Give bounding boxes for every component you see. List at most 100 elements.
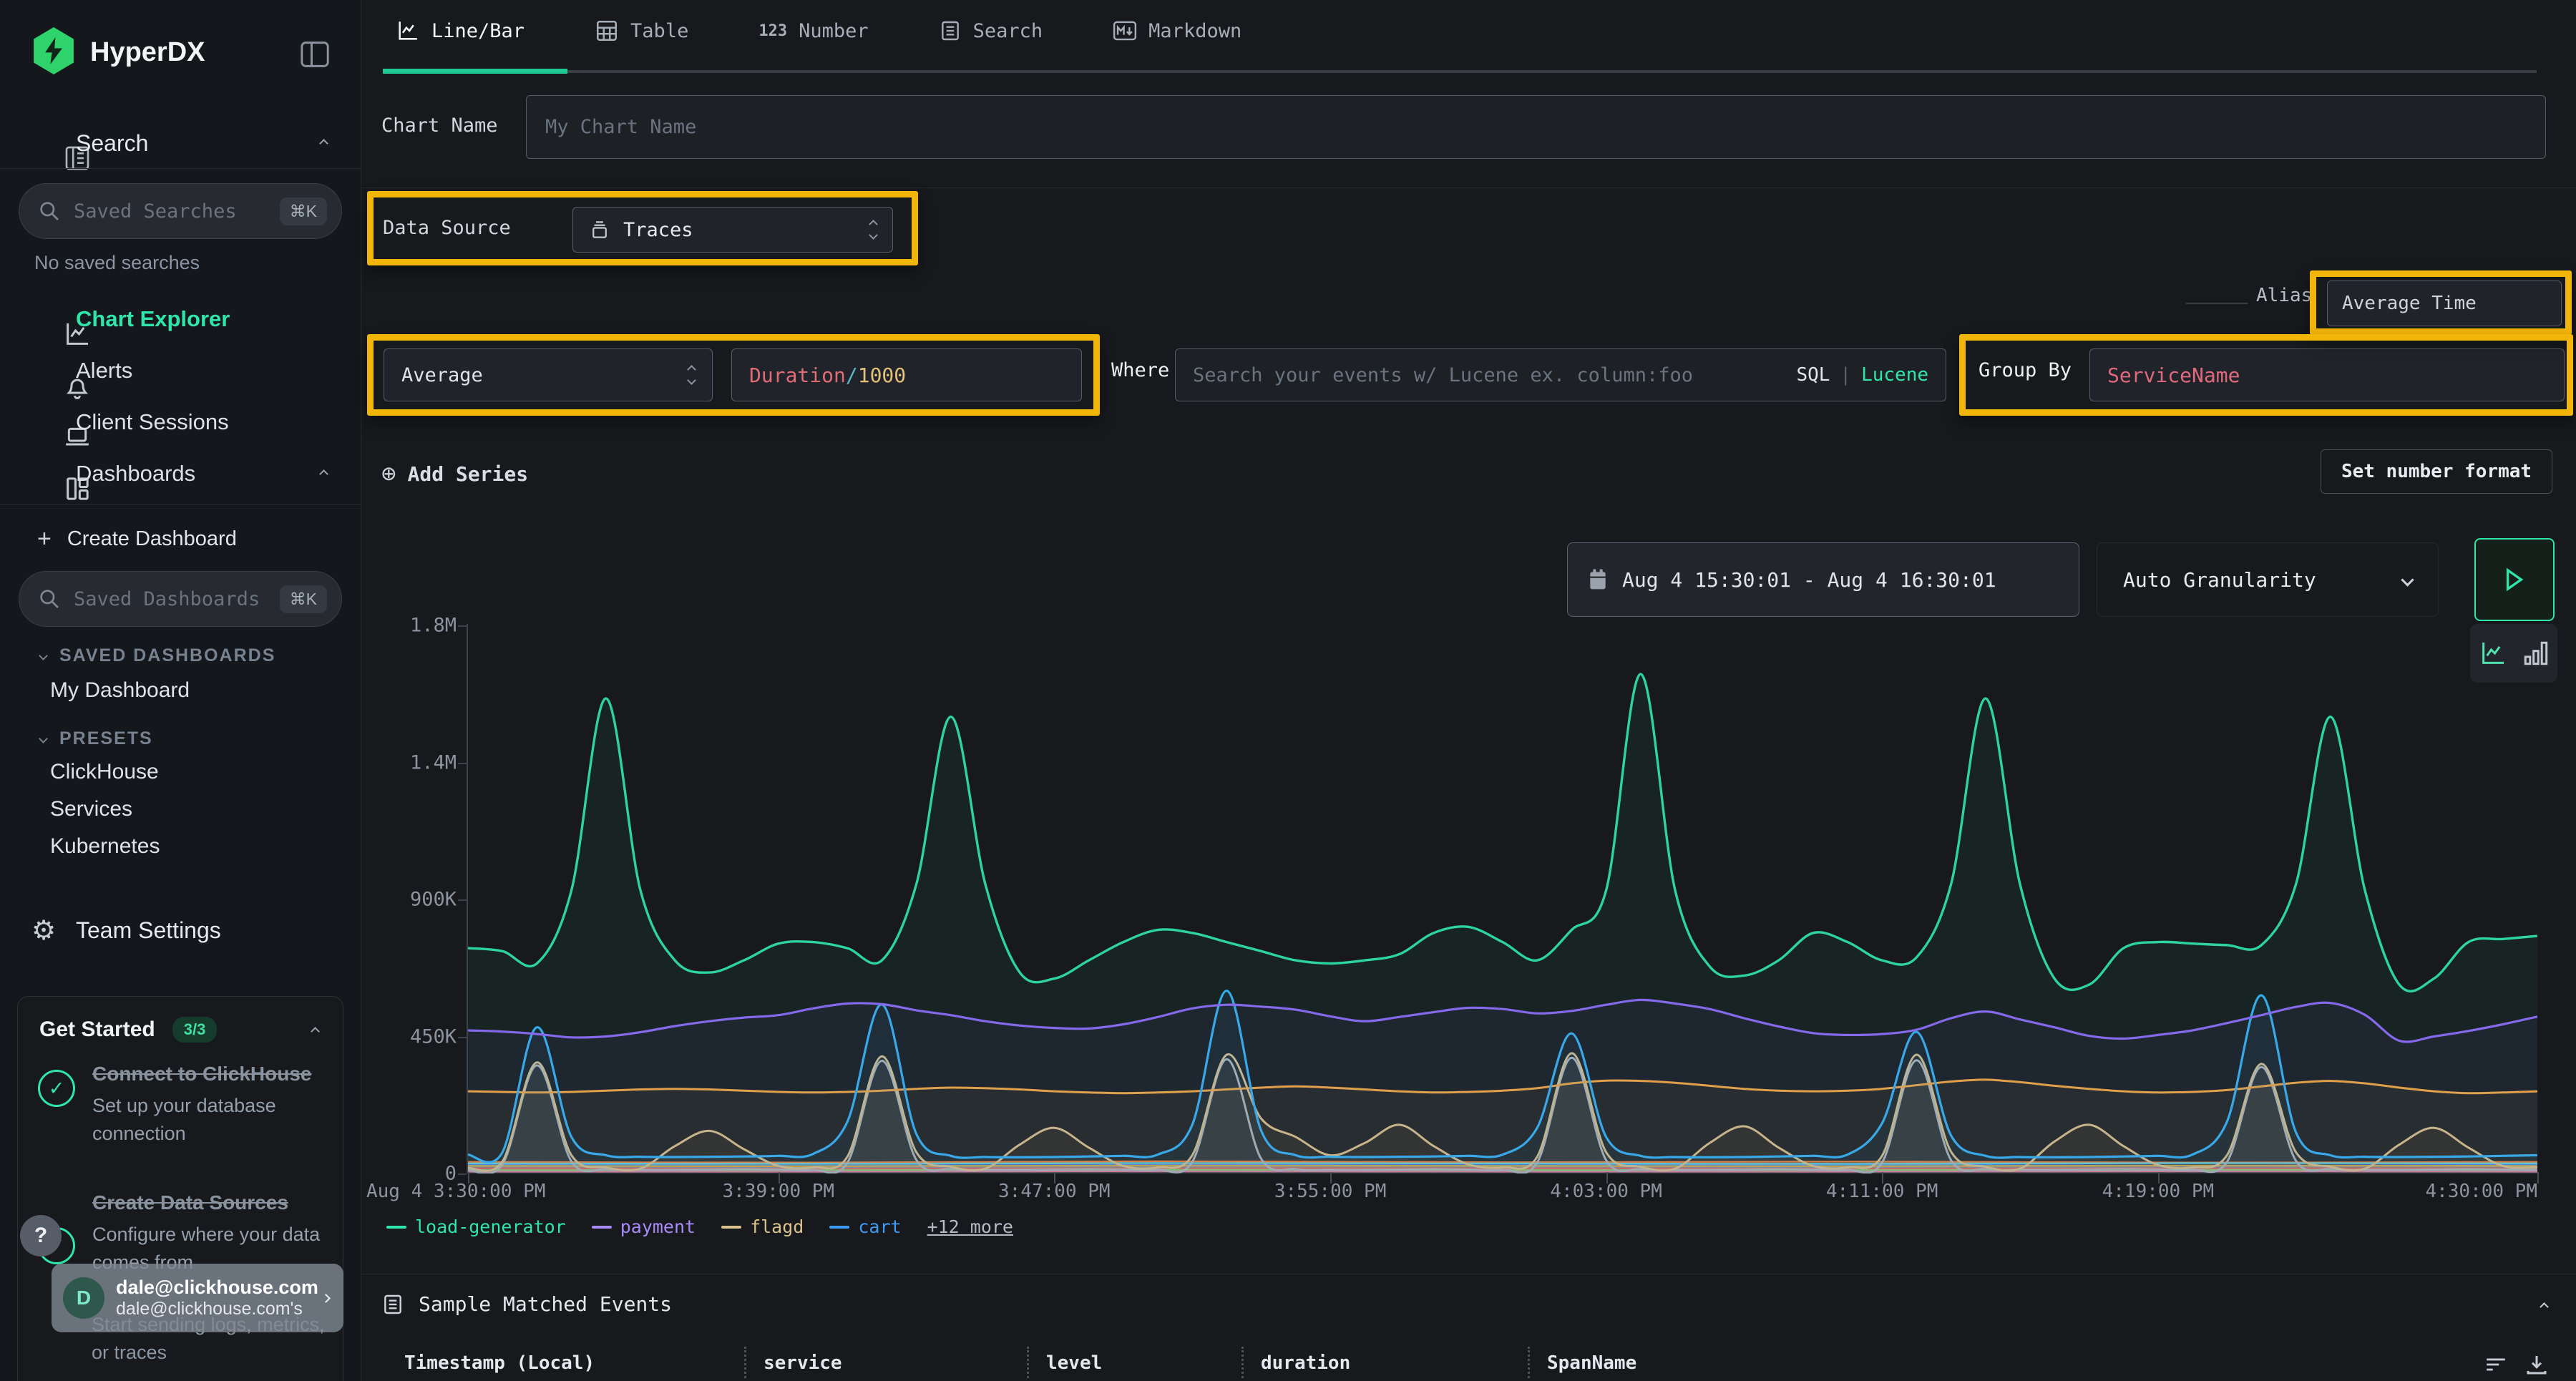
- sidebar-section-search[interactable]: Search: [0, 123, 361, 163]
- add-series-button[interactable]: ⊕ Add Series: [381, 459, 528, 488]
- lucene-mode-toggle[interactable]: Lucene: [1861, 364, 1928, 386]
- user-menu[interactable]: D dale@clickhouse.com dale@clickhouse.co…: [52, 1264, 343, 1332]
- sidebar-item-dashboards[interactable]: Dashboards: [0, 454, 361, 494]
- sidebar-item-team-settings[interactable]: ⚙ Team Settings: [0, 910, 361, 950]
- tab-number[interactable]: 123 Number: [758, 20, 868, 42]
- data-source-label: Data Source: [383, 217, 511, 239]
- saved-dashboards-header[interactable]: SAVED DASHBOARDS: [40, 645, 275, 666]
- column-header-timestamp[interactable]: Timestamp (Local): [404, 1352, 595, 1374]
- tab-search[interactable]: Search: [939, 19, 1043, 42]
- search-icon: [38, 200, 61, 223]
- chart-type-tabbar: Line/Bar Table 123 Number Search Markdow…: [361, 0, 2576, 74]
- legend-more-link[interactable]: +12 more: [927, 1216, 1013, 1237]
- legend-item[interactable]: cart: [829, 1216, 901, 1237]
- granularity-select[interactable]: Auto Granularity: [2097, 542, 2439, 617]
- legend-item[interactable]: load-generator: [386, 1216, 566, 1237]
- sql-mode-toggle[interactable]: SQL: [1796, 364, 1830, 386]
- alias-input[interactable]: Average Time: [2327, 280, 2562, 326]
- chart-legend: load-generator payment flagd cart +12 mo…: [386, 1216, 1013, 1237]
- expression-value: 1000: [858, 363, 906, 387]
- collapse-panel-icon[interactable]: [2540, 1302, 2549, 1312]
- create-dashboard-button[interactable]: + Create Dashboard: [37, 525, 237, 553]
- y-tick-mark: [458, 763, 467, 764]
- document-lines-icon: [381, 1293, 404, 1316]
- sample-events-header[interactable]: Sample Matched Events: [381, 1292, 672, 1316]
- collapse-sidebar-icon[interactable]: [299, 40, 331, 69]
- shortcut-badge: ⌘K: [280, 197, 327, 225]
- run-query-button[interactable]: [2474, 538, 2555, 621]
- get-started-title: Get Started: [39, 1018, 155, 1042]
- chevron-right-icon: [321, 1294, 331, 1303]
- markdown-icon: [1113, 20, 1137, 42]
- chevron-down-icon: [39, 734, 48, 743]
- y-tick-mark: [458, 899, 467, 901]
- sidebar-item-client-sessions[interactable]: Client Sessions: [0, 402, 361, 442]
- active-tab-underline: [383, 69, 567, 74]
- tab-line-bar[interactable]: Line/Bar: [396, 19, 525, 43]
- chevron-up-icon: [319, 139, 328, 148]
- alias-connector-line: [2186, 303, 2248, 304]
- sidebar-item-chart-explorer[interactable]: Chart Explorer: [0, 299, 361, 339]
- where-input[interactable]: Search your events w/ Lucene ex. column:…: [1175, 348, 1946, 401]
- chart-name-label: Chart Name: [381, 114, 498, 137]
- sidebar-item-services[interactable]: Services: [50, 797, 132, 821]
- group-by-input[interactable]: ServiceName: [2089, 348, 2565, 401]
- user-email: dale@clickhouse.com: [116, 1277, 323, 1299]
- sidebar-item-my-dashboard[interactable]: My Dashboard: [50, 678, 190, 703]
- calendar-icon: [1588, 568, 1608, 591]
- column-separator[interactable]: [1528, 1347, 1530, 1378]
- check-circle-icon: ✓: [38, 1070, 75, 1107]
- column-header-duration[interactable]: duration: [1261, 1352, 1350, 1374]
- chevron-up-icon: [319, 469, 328, 479]
- sidebar: HyperDX Search Saved Searches ⌘K No save…: [0, 0, 361, 1381]
- legend-item[interactable]: payment: [592, 1216, 696, 1237]
- download-icon[interactable]: [2524, 1351, 2550, 1378]
- set-number-format-button[interactable]: Set number format: [2321, 449, 2552, 494]
- select-updown-icon: [870, 221, 877, 238]
- time-range-input[interactable]: Aug 4 15:30:01 - Aug 4 16:30:01: [1567, 542, 2079, 617]
- gear-icon: ⚙: [31, 914, 60, 946]
- saved-searches-input[interactable]: Saved Searches ⌘K: [19, 183, 342, 239]
- column-header-spanname[interactable]: SpanName: [1547, 1352, 1636, 1374]
- data-source-select[interactable]: Traces: [572, 207, 893, 253]
- legend-item[interactable]: flagd: [721, 1216, 804, 1237]
- aggregation-select[interactable]: Average: [384, 348, 713, 401]
- expression-input[interactable]: Duration/1000: [731, 348, 1082, 401]
- shortcut-badge: ⌘K: [280, 585, 327, 613]
- chevron-up-icon[interactable]: [311, 1027, 320, 1036]
- y-tick-mark: [458, 1173, 467, 1175]
- avatar: D: [63, 1277, 104, 1319]
- tab-markdown[interactable]: Markdown: [1113, 20, 1241, 42]
- column-header-level[interactable]: level: [1046, 1352, 1102, 1374]
- chevron-down-icon: [39, 651, 48, 660]
- progress-badge: 3/3: [172, 1017, 218, 1043]
- chart-name-input[interactable]: My Chart Name: [526, 95, 2546, 159]
- get-started-item[interactable]: Connect to ClickHouse Set up your databa…: [92, 1060, 321, 1148]
- tab-table[interactable]: Table: [595, 19, 688, 43]
- presets-header[interactable]: PRESETS: [40, 728, 153, 749]
- play-icon: [2504, 567, 2525, 592]
- timeseries-chart[interactable]: [468, 625, 2537, 1173]
- database-icon: [589, 218, 610, 241]
- plus-icon: +: [37, 525, 52, 553]
- help-button[interactable]: ?: [20, 1215, 62, 1256]
- line-chart-icon: [396, 19, 420, 43]
- search-icon: [38, 587, 61, 610]
- where-label: Where: [1111, 359, 1169, 381]
- table-icon: [595, 19, 619, 43]
- column-header-service[interactable]: service: [763, 1352, 842, 1374]
- sidebar-item-alerts[interactable]: Alerts: [0, 351, 361, 391]
- expression-operator: /: [846, 363, 858, 387]
- sidebar-item-kubernetes[interactable]: Kubernetes: [50, 834, 160, 859]
- no-saved-searches-text: No saved searches: [34, 252, 200, 274]
- expression-field: Duration: [749, 363, 846, 387]
- saved-dashboards-input[interactable]: Saved Dashboards ⌘K: [19, 571, 342, 627]
- alias-label: Alias: [2256, 285, 2312, 306]
- table-options-icon[interactable]: [2484, 1352, 2508, 1377]
- sidebar-item-clickhouse[interactable]: ClickHouse: [50, 760, 159, 784]
- column-separator[interactable]: [744, 1347, 746, 1378]
- y-tick-mark: [458, 625, 467, 627]
- main-content: Line/Bar Table 123 Number Search Markdow…: [361, 0, 2576, 1381]
- column-separator[interactable]: [1027, 1347, 1029, 1378]
- column-separator[interactable]: [1241, 1347, 1244, 1378]
